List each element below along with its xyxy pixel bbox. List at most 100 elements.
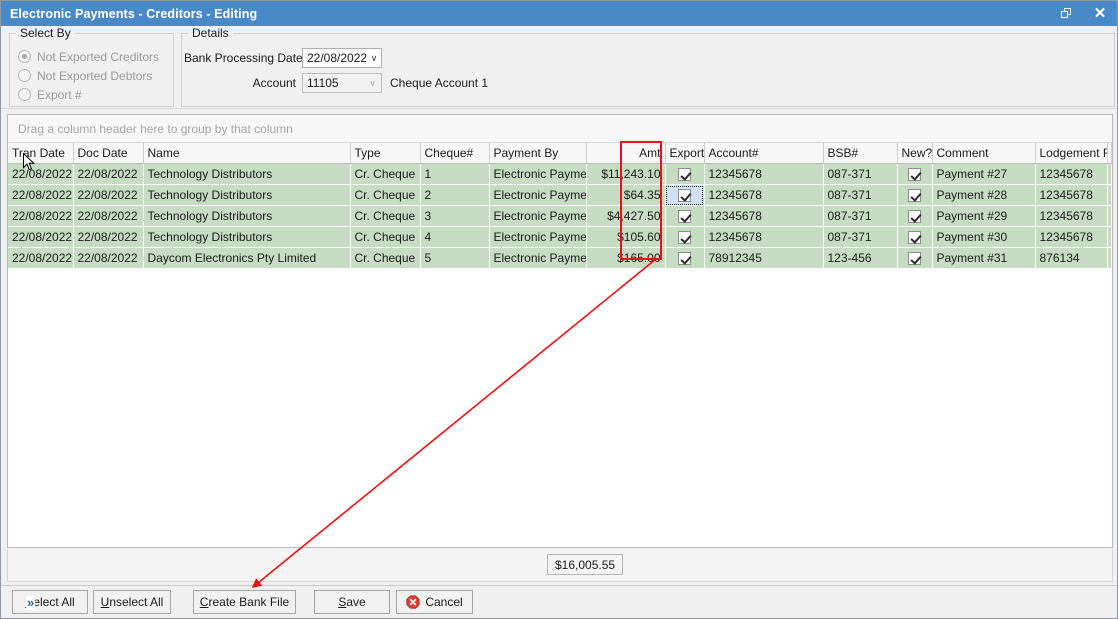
cell-cheque[interactable]: 5 bbox=[420, 248, 489, 269]
export-checkbox[interactable] bbox=[678, 189, 691, 202]
export-checkbox[interactable] bbox=[678, 210, 691, 223]
cell-payment_by[interactable]: Electronic Paymer bbox=[489, 185, 586, 206]
unselect-all-button[interactable]: Unselect All bbox=[93, 590, 171, 614]
new-checkbox[interactable] bbox=[908, 189, 921, 202]
cell-comment[interactable]: Payment #31 bbox=[932, 248, 1035, 269]
cell-doc_date[interactable]: 22/08/2022 bbox=[73, 227, 143, 248]
cell-type[interactable]: Cr. Cheque bbox=[350, 164, 420, 185]
table-row[interactable]: 22/08/202222/08/2022Technology Distribut… bbox=[8, 185, 1112, 206]
table-row[interactable]: 22/08/202222/08/2022Daycom Electronics P… bbox=[8, 248, 1112, 269]
cell-tran_date[interactable]: 22/08/2022 bbox=[8, 248, 73, 269]
group-by-panel[interactable]: Drag a column header here to group by th… bbox=[8, 115, 1112, 143]
cell-doc_date[interactable]: 22/08/2022 bbox=[73, 248, 143, 269]
cell-new[interactable] bbox=[897, 185, 932, 206]
col-header-export[interactable]: Export bbox=[665, 143, 704, 164]
radio-export-number[interactable]: Export # bbox=[18, 86, 82, 103]
cell-account[interactable]: 12345678 bbox=[704, 206, 823, 227]
cell-lodgement[interactable]: 12345678 bbox=[1035, 185, 1107, 206]
cell-remitter[interactable]: HF Demo bbox=[1107, 227, 1112, 248]
cell-name[interactable]: Daycom Electronics Pty Limited bbox=[143, 248, 350, 269]
cell-amt[interactable]: $165.00 bbox=[586, 248, 665, 269]
select-all-button[interactable]: Select All bbox=[12, 590, 88, 614]
cell-name[interactable]: Technology Distributors bbox=[143, 227, 350, 248]
cell-new[interactable] bbox=[897, 206, 932, 227]
radio-not-exported-creditors[interactable]: Not Exported Creditors bbox=[18, 48, 159, 65]
cell-cheque[interactable]: 2 bbox=[420, 185, 489, 206]
cell-comment[interactable]: Payment #27 bbox=[932, 164, 1035, 185]
cell-export[interactable] bbox=[665, 248, 704, 269]
cell-bsb[interactable]: 087-371 bbox=[823, 227, 897, 248]
cell-amt[interactable]: $105.60 bbox=[586, 227, 665, 248]
cell-remitter[interactable]: HF Demo bbox=[1107, 248, 1112, 269]
cell-remitter[interactable]: HF Demo bbox=[1107, 164, 1112, 185]
cell-tran_date[interactable]: 22/08/2022 bbox=[8, 164, 73, 185]
col-header-new[interactable]: New? bbox=[897, 143, 932, 164]
cell-remitter[interactable]: HF Demo bbox=[1107, 206, 1112, 227]
col-header-type[interactable]: Type bbox=[350, 143, 420, 164]
cell-payment_by[interactable]: Electronic Paymer bbox=[489, 164, 586, 185]
table-row[interactable]: 22/08/202222/08/2022Technology Distribut… bbox=[8, 206, 1112, 227]
cell-payment_by[interactable]: Electronic Paymer bbox=[489, 248, 586, 269]
col-header-name[interactable]: Name bbox=[143, 143, 350, 164]
cell-doc_date[interactable]: 22/08/2022 bbox=[73, 185, 143, 206]
col-header-lodgement[interactable]: Lodgement R bbox=[1035, 143, 1107, 164]
cell-remitter[interactable]: HF Demo bbox=[1107, 185, 1112, 206]
col-header-amt[interactable]: Amt bbox=[586, 143, 665, 164]
col-header-payment-by[interactable]: Payment By bbox=[489, 143, 586, 164]
cell-lodgement[interactable]: 12345678 bbox=[1035, 227, 1107, 248]
cell-lodgement[interactable]: 12345678 bbox=[1035, 206, 1107, 227]
cell-amt[interactable]: $4,427.50 bbox=[586, 206, 665, 227]
cell-comment[interactable]: Payment #29 bbox=[932, 206, 1035, 227]
cell-export[interactable] bbox=[665, 185, 704, 206]
radio-not-exported-debtors[interactable]: Not Exported Debtors bbox=[18, 67, 152, 84]
col-header-doc-date[interactable]: Doc Date bbox=[73, 143, 143, 164]
cell-bsb[interactable]: 087-371 bbox=[823, 206, 897, 227]
cell-lodgement[interactable]: 876134 bbox=[1035, 248, 1107, 269]
cell-type[interactable]: Cr. Cheque bbox=[350, 227, 420, 248]
cell-export[interactable] bbox=[665, 206, 704, 227]
cell-payment_by[interactable]: Electronic Paymer bbox=[489, 227, 586, 248]
cell-bsb[interactable]: 087-371 bbox=[823, 164, 897, 185]
cell-comment[interactable]: Payment #30 bbox=[932, 227, 1035, 248]
restore-window-button[interactable] bbox=[1049, 1, 1083, 26]
export-checkbox[interactable] bbox=[678, 168, 691, 181]
cell-type[interactable]: Cr. Cheque bbox=[350, 248, 420, 269]
cell-name[interactable]: Technology Distributors bbox=[143, 164, 350, 185]
cell-comment[interactable]: Payment #28 bbox=[932, 185, 1035, 206]
cell-account[interactable]: 12345678 bbox=[704, 164, 823, 185]
cell-amt[interactable]: $64.35 bbox=[586, 185, 665, 206]
cell-export[interactable] bbox=[665, 164, 704, 185]
cell-new[interactable] bbox=[897, 248, 932, 269]
export-checkbox[interactable] bbox=[678, 231, 691, 244]
cell-type[interactable]: Cr. Cheque bbox=[350, 206, 420, 227]
cell-lodgement[interactable]: 12345678 bbox=[1035, 164, 1107, 185]
new-checkbox[interactable] bbox=[908, 231, 921, 244]
cell-doc_date[interactable]: 22/08/2022 bbox=[73, 164, 143, 185]
cell-name[interactable]: Technology Distributors bbox=[143, 185, 350, 206]
account-select[interactable]: 11105 ∨ bbox=[302, 73, 382, 93]
col-header-cheque[interactable]: Cheque# bbox=[420, 143, 489, 164]
cell-type[interactable]: Cr. Cheque bbox=[350, 185, 420, 206]
new-checkbox[interactable] bbox=[908, 168, 921, 181]
create-bank-file-button[interactable]: Create Bank File bbox=[193, 590, 296, 614]
cell-cheque[interactable]: 1 bbox=[420, 164, 489, 185]
col-header-account[interactable]: Account# bbox=[704, 143, 823, 164]
col-header-remitter[interactable]: Remitter bbox=[1107, 143, 1112, 164]
cell-bsb[interactable]: 123-456 bbox=[823, 248, 897, 269]
cell-export[interactable] bbox=[665, 227, 704, 248]
cell-new[interactable] bbox=[897, 164, 932, 185]
new-checkbox[interactable] bbox=[908, 210, 921, 223]
save-button[interactable]: Save bbox=[314, 590, 390, 614]
col-header-bsb[interactable]: BSB# bbox=[823, 143, 897, 164]
col-header-tran-date[interactable]: Tran Date bbox=[8, 143, 73, 164]
cell-cheque[interactable]: 4 bbox=[420, 227, 489, 248]
cell-account[interactable]: 12345678 bbox=[704, 227, 823, 248]
cell-tran_date[interactable]: 22/08/2022 bbox=[8, 206, 73, 227]
cell-doc_date[interactable]: 22/08/2022 bbox=[73, 206, 143, 227]
cell-tran_date[interactable]: 22/08/2022 bbox=[8, 227, 73, 248]
cell-new[interactable] bbox=[897, 227, 932, 248]
table-row[interactable]: 22/08/202222/08/2022Technology Distribut… bbox=[8, 227, 1112, 248]
cell-cheque[interactable]: 3 bbox=[420, 206, 489, 227]
bank-processing-date-input[interactable]: 22/08/2022 ∨ bbox=[302, 48, 382, 68]
new-checkbox[interactable] bbox=[908, 252, 921, 265]
